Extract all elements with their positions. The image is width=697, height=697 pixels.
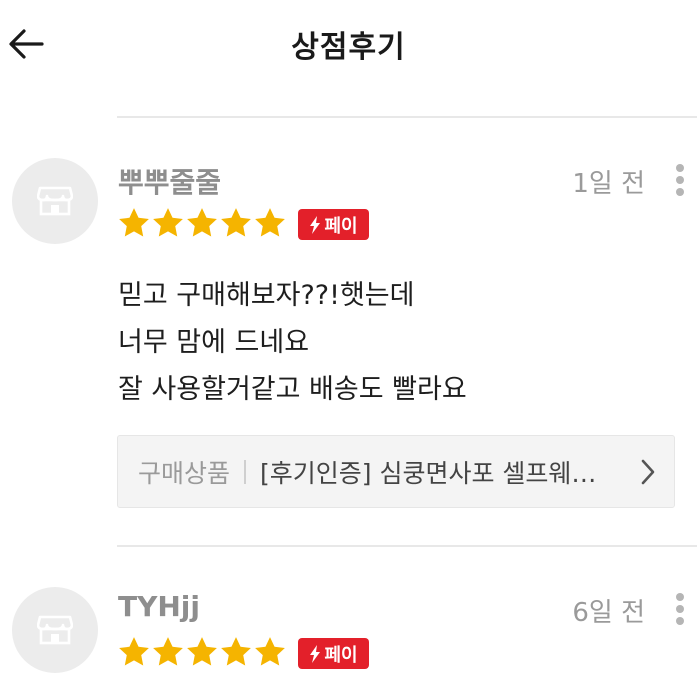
reviewer-name[interactable]: TYHjj [118,590,200,623]
review-item: TYHjj 6일 전 페이 [0,547,697,697]
review-date: 6일 전 [572,598,645,628]
pay-badge: 페이 [298,209,369,240]
star-icon [255,208,285,237]
purchased-product-link[interactable]: 구매상품 [후기인증] 심쿵면사포 셀프웨… [117,435,675,508]
more-options-button[interactable] [669,160,691,200]
more-options-button[interactable] [669,589,691,629]
review-line: 잘 사용할거같고 배송도 빨라요 [118,374,467,405]
star-icon [153,637,183,666]
star-icon [187,637,217,666]
star-icon [119,208,149,237]
star-icon [221,637,251,666]
lightning-icon [310,215,321,234]
store-icon [37,615,73,645]
review-line: 너무 맘에 드네요 [118,327,310,358]
pay-badge-label: 페이 [324,644,358,666]
product-label: 구매상품 [138,458,231,488]
review-item: 뿌뿌줄줄 1일 전 페이 믿고 구매해보자??!햇는데 너무 맘에 드네요 잘 … [0,118,697,548]
more-vertical-icon [676,164,684,172]
star-icon [187,208,217,237]
star-icon [255,637,285,666]
product-name: [후기인증] 심쿵면사포 셀프웨… [260,458,597,488]
pay-badge: 페이 [298,638,369,669]
top-bar: 상점후기 [0,0,697,90]
more-vertical-icon [676,593,684,601]
star-rating [117,206,287,240]
star-rating [117,635,287,669]
separator [244,459,247,484]
review-line: 믿고 구매해보자??!햇는데 [118,280,415,311]
page-title: 상점후기 [291,30,406,65]
star-icon [153,208,183,237]
lightning-icon [310,644,321,663]
store-icon [37,186,73,216]
review-text: 믿고 구매해보자??!햇는데 너무 맘에 드네요 잘 사용할거같고 배송도 빨라… [118,272,467,413]
pay-badge-label: 페이 [324,215,358,237]
star-icon [221,208,251,237]
reviewer-name[interactable]: 뿌뿌줄줄 [118,161,221,201]
review-date: 1일 전 [572,169,645,199]
star-icon [119,637,149,666]
avatar[interactable] [12,587,98,673]
chevron-right-icon [641,459,655,485]
avatar[interactable] [12,158,98,244]
